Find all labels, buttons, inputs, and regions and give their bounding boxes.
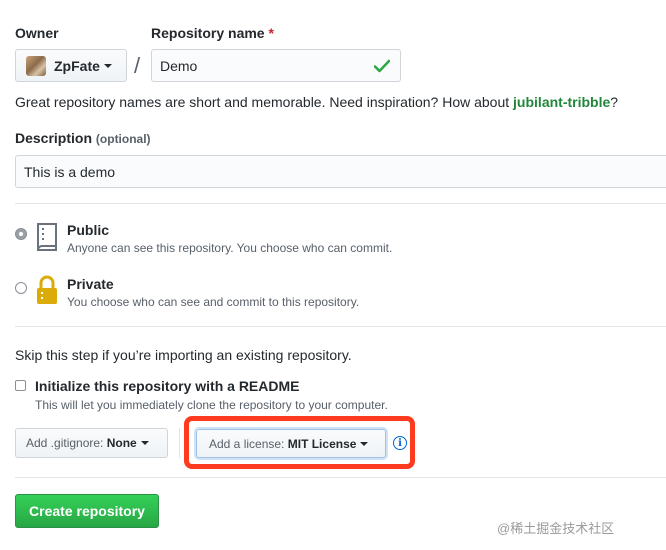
info-icon[interactable]: i [393,436,407,450]
readme-description: This will let you immediately clone the … [35,398,388,412]
divider [15,477,666,478]
watermark: @稀土掘金技术社区 [497,521,615,536]
owner-repo-separator: / [134,53,141,78]
public-description: Anyone can see this repository. You choo… [67,241,393,255]
name-hint-text: Great repository names are short and mem… [15,94,514,110]
license-prefix: Add a license: [209,436,285,451]
required-asterisk: * [268,25,274,41]
chevron-down-icon [103,63,112,68]
suggestion-link[interactable]: jubilant-tribble [513,94,610,110]
gitignore-value: None [106,436,137,450]
public-radio[interactable] [15,228,27,240]
private-title: Private [67,276,114,292]
readme-title: Initialize this repository with a README [35,378,300,394]
description-value: This is a demo [24,163,116,180]
chevron-down-icon [140,441,149,445]
private-description: You choose who can see and commit to thi… [67,295,360,309]
description-label: Description (optional) [15,130,151,146]
gitignore-prefix: Add .gitignore: [26,436,104,450]
license-value: MIT License [287,436,357,451]
repo-name-input[interactable]: Demo [151,49,401,82]
skip-text: Skip this step if you’re importing an ex… [15,347,352,363]
divider [15,326,666,327]
repo-name-value: Demo [160,57,198,74]
repo-book-icon [37,223,57,251]
chevron-down-icon [360,441,369,446]
owner-label: Owner [15,25,59,41]
readme-checkbox[interactable] [15,380,26,391]
description-input[interactable]: This is a demo [15,155,666,188]
vertical-divider [179,428,180,458]
gitignore-dropdown[interactable]: Add .gitignore: None [15,428,168,458]
owner-avatar [26,55,46,76]
create-repository-button[interactable]: Create repository [15,494,159,528]
divider [15,203,666,204]
check-icon [374,59,390,73]
lock-icon [37,275,57,304]
description-label-text: Description [15,130,93,146]
name-hint: Great repository names are short and mem… [15,94,618,110]
public-title: Public [67,222,110,238]
license-dropdown[interactable]: Add a license: MIT License [196,429,386,458]
repo-name-label: Repository name * [151,25,274,41]
optional-tag: (optional) [95,132,151,146]
name-hint-suffix: ? [610,94,619,110]
private-radio[interactable] [15,282,27,294]
owner-dropdown[interactable]: ZpFate [15,49,127,82]
owner-name: ZpFate [54,57,100,74]
repo-name-label-text: Repository name [151,25,265,41]
